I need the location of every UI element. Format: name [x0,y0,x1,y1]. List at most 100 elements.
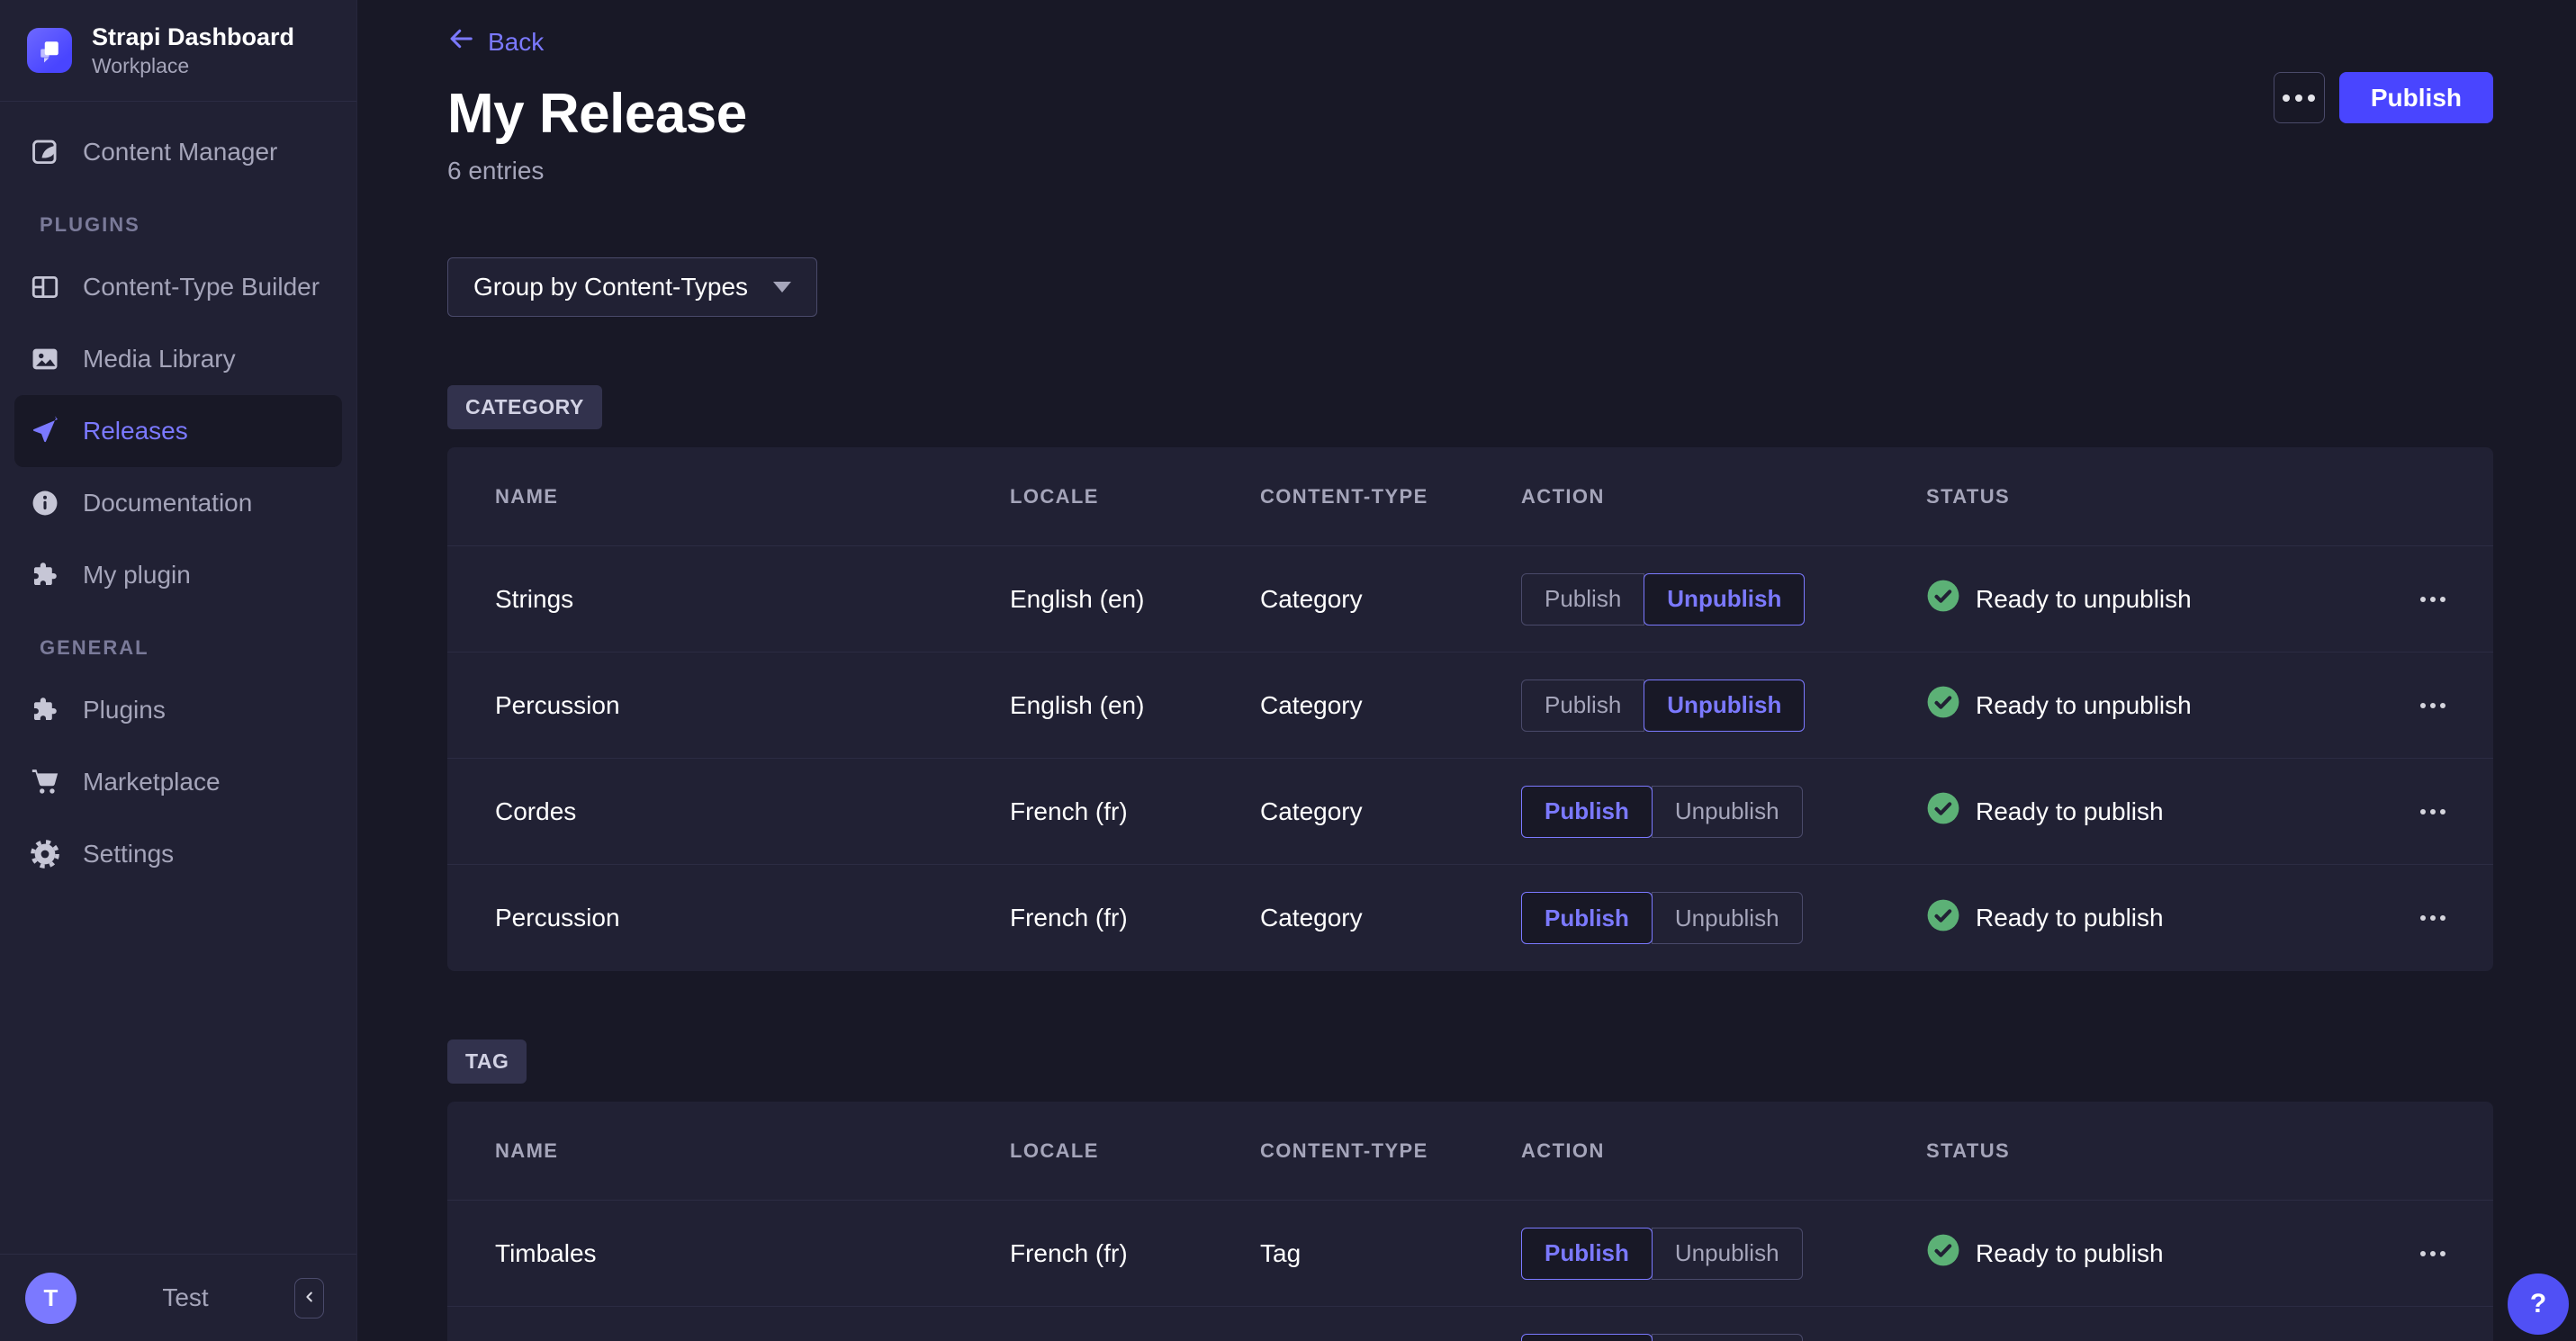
sidebar-item-label: Plugins [83,696,166,724]
publish-button[interactable]: Publish [1521,1334,1653,1341]
status-badge: Ready to unpublish [1926,579,2364,619]
main-content: Back My Release 6 entries Publish Group … [357,0,2576,1341]
publish-toggle: Publish Unpublish [1521,892,1803,944]
sidebar-item-documentation[interactable]: Documentation [14,467,342,539]
plugins-section-label: PLUGINS [40,213,356,237]
entry-name: Percussion [495,691,1010,720]
group-by-select[interactable]: Group by Content-Types [447,257,817,317]
sidebar-item-label: Settings [83,840,174,868]
release-more-button[interactable] [2274,72,2325,123]
sidebar-item-media-library[interactable]: Media Library [14,323,342,395]
category-table: NAME LOCALE CONTENT-TYPE ACTION STATUS S… [447,447,2493,971]
status-badge: Ready to publish [1926,1233,2364,1274]
entry-content-type: Category [1260,797,1521,826]
back-link[interactable]: Back [447,25,544,58]
unpublish-button[interactable]: Unpublish [1652,1334,1803,1341]
general-section-label: GENERAL [40,636,356,660]
arrow-left-icon [447,25,474,58]
category-section: CATEGORY NAME LOCALE CONTENT-TYPE ACTION… [447,385,2493,971]
unpublish-button[interactable]: Unpublish [1652,892,1803,944]
check-icon [1926,898,1960,939]
status-badge: Ready to publish [1926,898,2364,939]
user-name: Test [77,1283,294,1312]
publish-button[interactable]: Publish [1521,680,1644,732]
layout-icon [29,271,61,303]
table-header-row: NAME LOCALE CONTENT-TYPE ACTION STATUS [447,447,2493,546]
sidebar-item-content-manager[interactable]: Content Manager [14,116,342,188]
sidebar-item-releases[interactable]: Releases [14,395,342,467]
sidebar-item-label: Documentation [83,489,252,518]
chevron-down-icon [773,282,791,292]
puzzle-icon [29,694,61,726]
user-avatar[interactable]: T [25,1273,77,1324]
row-menu-button[interactable] [2420,915,2445,921]
help-button[interactable]: ? [2508,1274,2569,1335]
publish-button[interactable]: Publish [1521,892,1653,944]
app-title: Strapi Dashboard [92,22,294,51]
table-header-row: NAME LOCALE CONTENT-TYPE ACTION STATUS [447,1102,2493,1201]
tag-table: NAME LOCALE CONTENT-TYPE ACTION STATUS T… [447,1102,2493,1341]
entry-name: Strings [495,585,1010,614]
row-menu-button[interactable] [2420,703,2445,708]
header-actions: Publish [2274,72,2493,123]
app-home-link[interactable]: Strapi Dashboard Workplace [0,0,356,102]
entry-locale: French (fr) [1010,1239,1260,1268]
sidebar-item-label: Content-Type Builder [83,273,320,302]
sidebar-item-plugins[interactable]: Plugins [14,674,342,746]
chevron-left-icon [302,1289,318,1308]
publish-release-button[interactable]: Publish [2339,72,2493,123]
entry-content-type: Category [1260,904,1521,932]
info-icon [29,487,61,519]
sidebar: Strapi Dashboard Workplace Content Manag… [0,0,357,1341]
unpublish-button[interactable]: Unpublish [1644,680,1805,732]
picture-icon [29,343,61,375]
row-menu-button[interactable] [2420,809,2445,814]
check-icon [1926,1233,1960,1274]
sidebar-item-label: Media Library [83,345,236,374]
publish-toggle: Publish Unpublish [1521,573,1805,626]
row-menu-button[interactable] [2420,1251,2445,1256]
sidebar-item-content-type-builder[interactable]: Content-Type Builder [14,251,342,323]
sidebar-item-marketplace[interactable]: Marketplace [14,746,342,818]
sidebar-item-label: Releases [83,417,188,446]
entry-name: Timbales [495,1239,1010,1268]
sidebar-item-label: Content Manager [83,138,277,166]
publish-button[interactable]: Publish [1521,573,1644,626]
status-badge: Ready to unpublish [1926,685,2364,725]
entry-locale: French (fr) [1010,797,1260,826]
check-icon [1926,791,1960,832]
table-row: Cordes French (fr) Category Publish Unpu… [447,759,2493,865]
table-row: Percussion French (fr) Category Publish … [447,865,2493,971]
publish-button[interactable]: Publish [1521,1228,1653,1280]
publish-toggle: Publish Unpublish [1521,680,1805,732]
entry-locale: English (en) [1010,691,1260,720]
entry-content-type: Category [1260,691,1521,720]
sidebar-item-my-plugin[interactable]: My plugin [14,539,342,611]
collapse-sidebar-button[interactable] [294,1278,324,1318]
table-row: Timbales French (fr) Tag Publish Unpubli… [447,1201,2493,1307]
sidebar-item-label: Marketplace [83,768,221,796]
cart-icon [29,766,61,798]
sidebar-item-settings[interactable]: Settings [14,818,342,890]
entry-name: Cordes [495,797,1010,826]
sidebar-item-label: My plugin [83,561,191,590]
entry-locale: French (fr) [1010,904,1260,932]
paper-plane-icon [29,415,61,447]
publish-button[interactable]: Publish [1521,786,1653,838]
check-icon [1926,579,1960,619]
more-icon [2283,94,2315,102]
entries-count: 6 entries [447,157,2493,185]
table-row: Percussion English (en) Category Publish… [447,652,2493,759]
check-icon [1926,685,1960,725]
sidebar-footer: T Test [0,1254,356,1341]
unpublish-button[interactable]: Unpublish [1652,1228,1803,1280]
entry-content-type: Tag [1260,1239,1521,1268]
unpublish-button[interactable]: Unpublish [1652,786,1803,838]
pen-icon [29,136,61,168]
gear-icon [29,838,61,870]
row-menu-button[interactable] [2420,597,2445,602]
page-title: My Release [447,82,2493,146]
unpublish-button[interactable]: Unpublish [1644,573,1805,626]
group-badge: CATEGORY [447,385,602,429]
entry-content-type: Category [1260,585,1521,614]
